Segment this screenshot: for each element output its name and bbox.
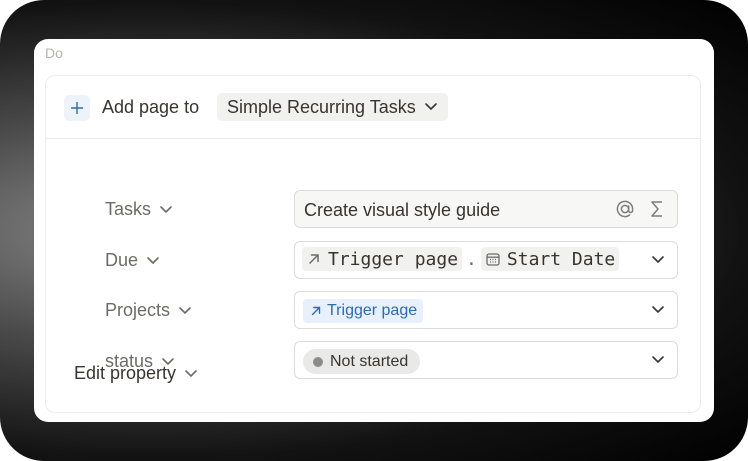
property-label-projects[interactable]: Projects (105, 300, 192, 321)
add-page-button[interactable] (64, 95, 90, 121)
token-separator: . (466, 248, 477, 270)
action-panel: Add page to Simple Recurring Tasks Tasks… (45, 75, 701, 413)
database-selector[interactable]: Simple Recurring Tasks (217, 93, 448, 121)
chevron-down-icon (185, 369, 197, 377)
automation-card: Do Add page to Simple Recurring Tasks Ta… (34, 39, 714, 422)
property-label-due[interactable]: Due (105, 250, 160, 271)
chevron-down-icon (160, 205, 172, 213)
due-field[interactable]: Trigger page . Start Date (294, 241, 678, 279)
property-name: Projects (105, 300, 171, 320)
window-backdrop: Do Add page to Simple Recurring Tasks Ta… (0, 0, 748, 461)
section-title: Do (45, 45, 63, 61)
plus-icon (71, 102, 83, 114)
token-label: Trigger page (328, 248, 459, 270)
property-name: Due (105, 250, 139, 270)
arrow-up-right-icon (311, 306, 321, 316)
chevron-down-icon (147, 256, 159, 264)
add-page-label: Add page to (102, 97, 200, 117)
edit-property-button[interactable]: Edit property (74, 363, 198, 384)
edit-property-label: Edit property (74, 363, 177, 383)
calendar-icon (486, 253, 500, 266)
due-formula: Trigger page . Start Date (302, 247, 620, 271)
status-field[interactable]: Not started (294, 341, 678, 379)
chevron-down-icon[interactable] (651, 355, 665, 365)
chevron-down-icon[interactable] (651, 305, 665, 315)
tasks-field[interactable]: Create visual style guide (294, 190, 678, 228)
arrow-up-right-icon (309, 254, 319, 264)
property-label-tasks[interactable]: Tasks (105, 199, 173, 220)
status-dot-icon (313, 356, 323, 367)
chevron-down-icon[interactable] (651, 255, 665, 265)
status-badge[interactable]: Not started (303, 349, 421, 374)
chevron-down-icon (179, 306, 191, 314)
start-date-token[interactable]: Start Date (480, 247, 620, 271)
sigma-icon[interactable] (649, 199, 665, 219)
database-name: Simple Recurring Tasks (227, 96, 416, 117)
trigger-page-token[interactable]: Trigger page (302, 247, 463, 271)
token-label: Start Date (506, 248, 616, 270)
projects-field[interactable]: Trigger page (294, 291, 678, 329)
chevron-down-icon (424, 103, 437, 111)
status-label: Not started (330, 352, 409, 370)
trigger-page-chip[interactable]: Trigger page (303, 299, 424, 323)
chip-label: Trigger page (327, 302, 418, 319)
property-name: Tasks (105, 199, 152, 219)
add-page-row: Add page to Simple Recurring Tasks (46, 76, 700, 139)
at-mention-icon[interactable] (615, 199, 635, 219)
tasks-value: Create visual style guide (304, 200, 501, 220)
